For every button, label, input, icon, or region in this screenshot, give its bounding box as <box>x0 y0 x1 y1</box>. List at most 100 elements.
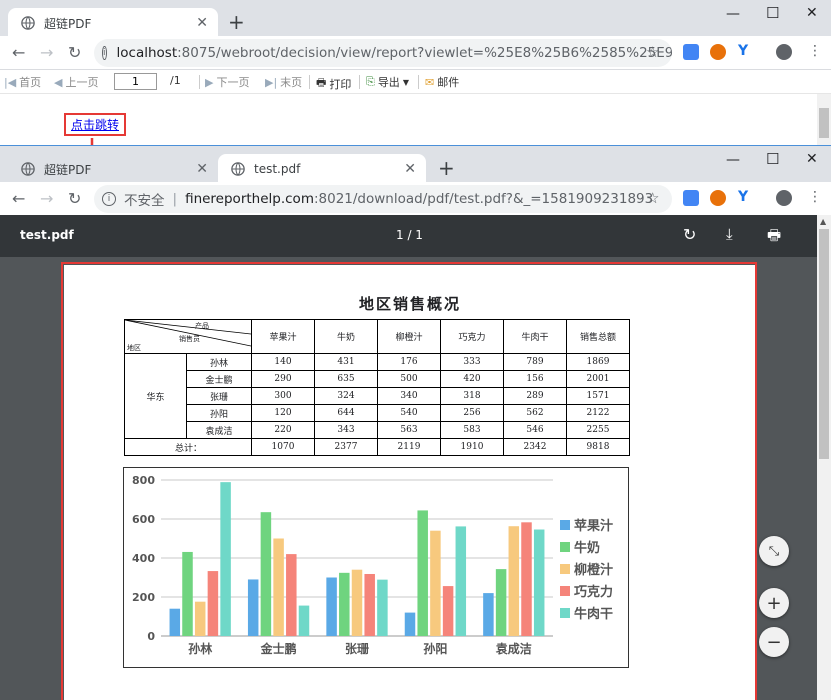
reload-icon[interactable]: ↻ <box>68 189 81 208</box>
fit-page-button[interactable]: ⤡ <box>759 536 789 566</box>
header-product: 产品 <box>195 322 209 330</box>
total-cell: 2377 <box>314 438 378 456</box>
value-cell: 289 <box>503 387 567 405</box>
url-path: :8021/download/pdf/test.pdf?&_=158190923… <box>313 191 654 207</box>
extension-icon[interactable]: Y <box>738 43 748 59</box>
window2-scrollbar[interactable]: ▲ <box>817 215 831 700</box>
legend-label: 苹果汁 <box>574 518 613 534</box>
zoom-in-button[interactable]: + <box>759 588 789 618</box>
menu-dots-icon[interactable]: ⋮ <box>808 189 822 205</box>
profile-avatar-icon[interactable] <box>776 190 792 206</box>
url-path: :8075/webroot/decision/view/report?viewl… <box>177 45 672 61</box>
legend-swatch <box>560 564 570 574</box>
maximize-icon[interactable]: ☐ <box>766 150 779 168</box>
jump-link-highlight: 点击跳转 <box>64 113 126 136</box>
value-cell: 343 <box>314 421 378 439</box>
forward-icon[interactable]: → <box>40 189 53 208</box>
y-tick-label: 200 <box>132 591 155 604</box>
page-number-input[interactable]: 1 <box>114 73 157 90</box>
maximize-icon[interactable]: ☐ <box>766 4 779 22</box>
corner-header: 产品 销售员 地区 <box>124 319 252 354</box>
menu-dots-icon[interactable]: ⋮ <box>808 43 822 59</box>
divider <box>359 75 360 89</box>
chevron-down-icon: ▼ <box>402 77 409 87</box>
extension-icon[interactable] <box>683 44 699 60</box>
back-icon[interactable]: ← <box>12 43 25 62</box>
value-cell: 156 <box>503 370 567 388</box>
salesperson-cell: 孙林 <box>186 353 252 371</box>
region-cell: 华东 <box>124 353 187 439</box>
x-tick-label: 金士鹏 <box>260 641 297 656</box>
header-region: 地区 <box>127 344 141 352</box>
salesperson-cell: 金士鹏 <box>186 370 252 388</box>
extension-icon[interactable] <box>683 190 699 206</box>
forward-icon[interactable]: → <box>40 43 53 62</box>
download-icon[interactable]: ⤓ <box>726 225 733 243</box>
close-icon[interactable]: ✕ <box>196 15 208 31</box>
total-cell: 1910 <box>440 438 504 456</box>
extension-icon[interactable] <box>710 44 726 60</box>
divider <box>309 75 310 89</box>
prev-page-button[interactable]: ◀ 上一页 <box>54 74 98 90</box>
col-header: 柳橙汁 <box>377 319 441 354</box>
first-page-button[interactable]: |◀ 首页 <box>4 74 41 90</box>
report-title: 地区销售概况 <box>358 295 461 313</box>
minimize-icon[interactable]: — <box>726 6 740 22</box>
next-page-button[interactable]: ▶ 下一页 <box>205 74 249 90</box>
sales-bar-chart: 0 200 400 600 800 孙林 金士鹏 张珊 孙阳 袁成洁 苹果汁牛奶柳橙汁巧克力牛肉干 <box>123 467 629 668</box>
extension-icon[interactable]: Y <box>738 189 748 205</box>
window2-tab-testpdf[interactable]: test.pdf ✕ <box>218 154 426 184</box>
value-cell: 300 <box>251 387 315 405</box>
export-button[interactable]: ⎘ 导出 ▼ <box>366 74 409 90</box>
url-field[interactable]: i 不安全 | finereporthelp.com:8021/download… <box>94 185 672 213</box>
window1-tab[interactable]: 超链PDF ✕ <box>8 8 218 38</box>
printer-icon[interactable]: 🖶 <box>767 225 781 250</box>
back-icon[interactable]: ← <box>12 189 25 208</box>
extension-icon[interactable] <box>710 190 726 206</box>
bar <box>364 573 375 636</box>
legend-label: 柳橙汁 <box>574 562 613 578</box>
value-cell: 1869 <box>566 353 630 371</box>
bar <box>298 605 310 636</box>
window2-tab-chaolian[interactable]: 超链PDF ✕ <box>8 154 218 184</box>
close-icon[interactable]: ✕ <box>404 161 416 177</box>
reload-icon[interactable]: ↻ <box>68 43 81 62</box>
window1-scrollbar[interactable] <box>817 94 831 145</box>
zoom-out-button[interactable]: − <box>759 627 789 657</box>
minimize-icon[interactable]: — <box>726 152 740 168</box>
url-field[interactable]: i localhost:8075/webroot/decision/view/r… <box>94 39 672 67</box>
legend-swatch <box>560 586 570 596</box>
last-page-button[interactable]: ▶| 末页 <box>265 74 302 90</box>
bar <box>286 554 297 636</box>
profile-avatar-icon[interactable] <box>776 44 792 60</box>
print-button[interactable]: 🖶 打印 <box>316 74 351 93</box>
rotate-icon[interactable]: ↻ <box>683 225 696 244</box>
bar <box>339 572 350 636</box>
total-cell: 2119 <box>377 438 441 456</box>
value-cell: 635 <box>314 370 378 388</box>
value-cell: 140 <box>251 353 315 371</box>
mail-icon: ✉ <box>425 75 435 89</box>
insecure-label: 不安全 <box>124 193 165 209</box>
bar <box>495 569 507 636</box>
value-cell: 563 <box>377 421 441 439</box>
jump-link[interactable]: 点击跳转 <box>71 116 119 133</box>
value-cell: 333 <box>440 353 504 371</box>
close-window-icon[interactable]: ✕ <box>806 5 818 21</box>
scroll-up-icon[interactable]: ▲ <box>820 217 826 226</box>
col-header: 苹果汁 <box>251 319 315 354</box>
star-icon[interactable]: ☆ <box>646 189 659 207</box>
close-icon[interactable]: ✕ <box>196 161 208 177</box>
legend-swatch <box>560 608 570 618</box>
star-icon[interactable]: ☆ <box>646 43 659 61</box>
bar <box>483 593 494 636</box>
bar <box>404 612 416 636</box>
new-tab-icon[interactable]: + <box>228 10 245 34</box>
bar <box>508 526 520 636</box>
email-button[interactable]: ✉ 邮件 <box>425 74 459 90</box>
close-window-icon[interactable]: ✕ <box>806 151 818 167</box>
value-cell: 2122 <box>566 404 630 422</box>
divider: | <box>172 191 178 207</box>
new-tab-icon[interactable]: + <box>438 156 455 180</box>
table-row: 金士鹏 290 635 500 420 156 2001 <box>125 370 630 388</box>
